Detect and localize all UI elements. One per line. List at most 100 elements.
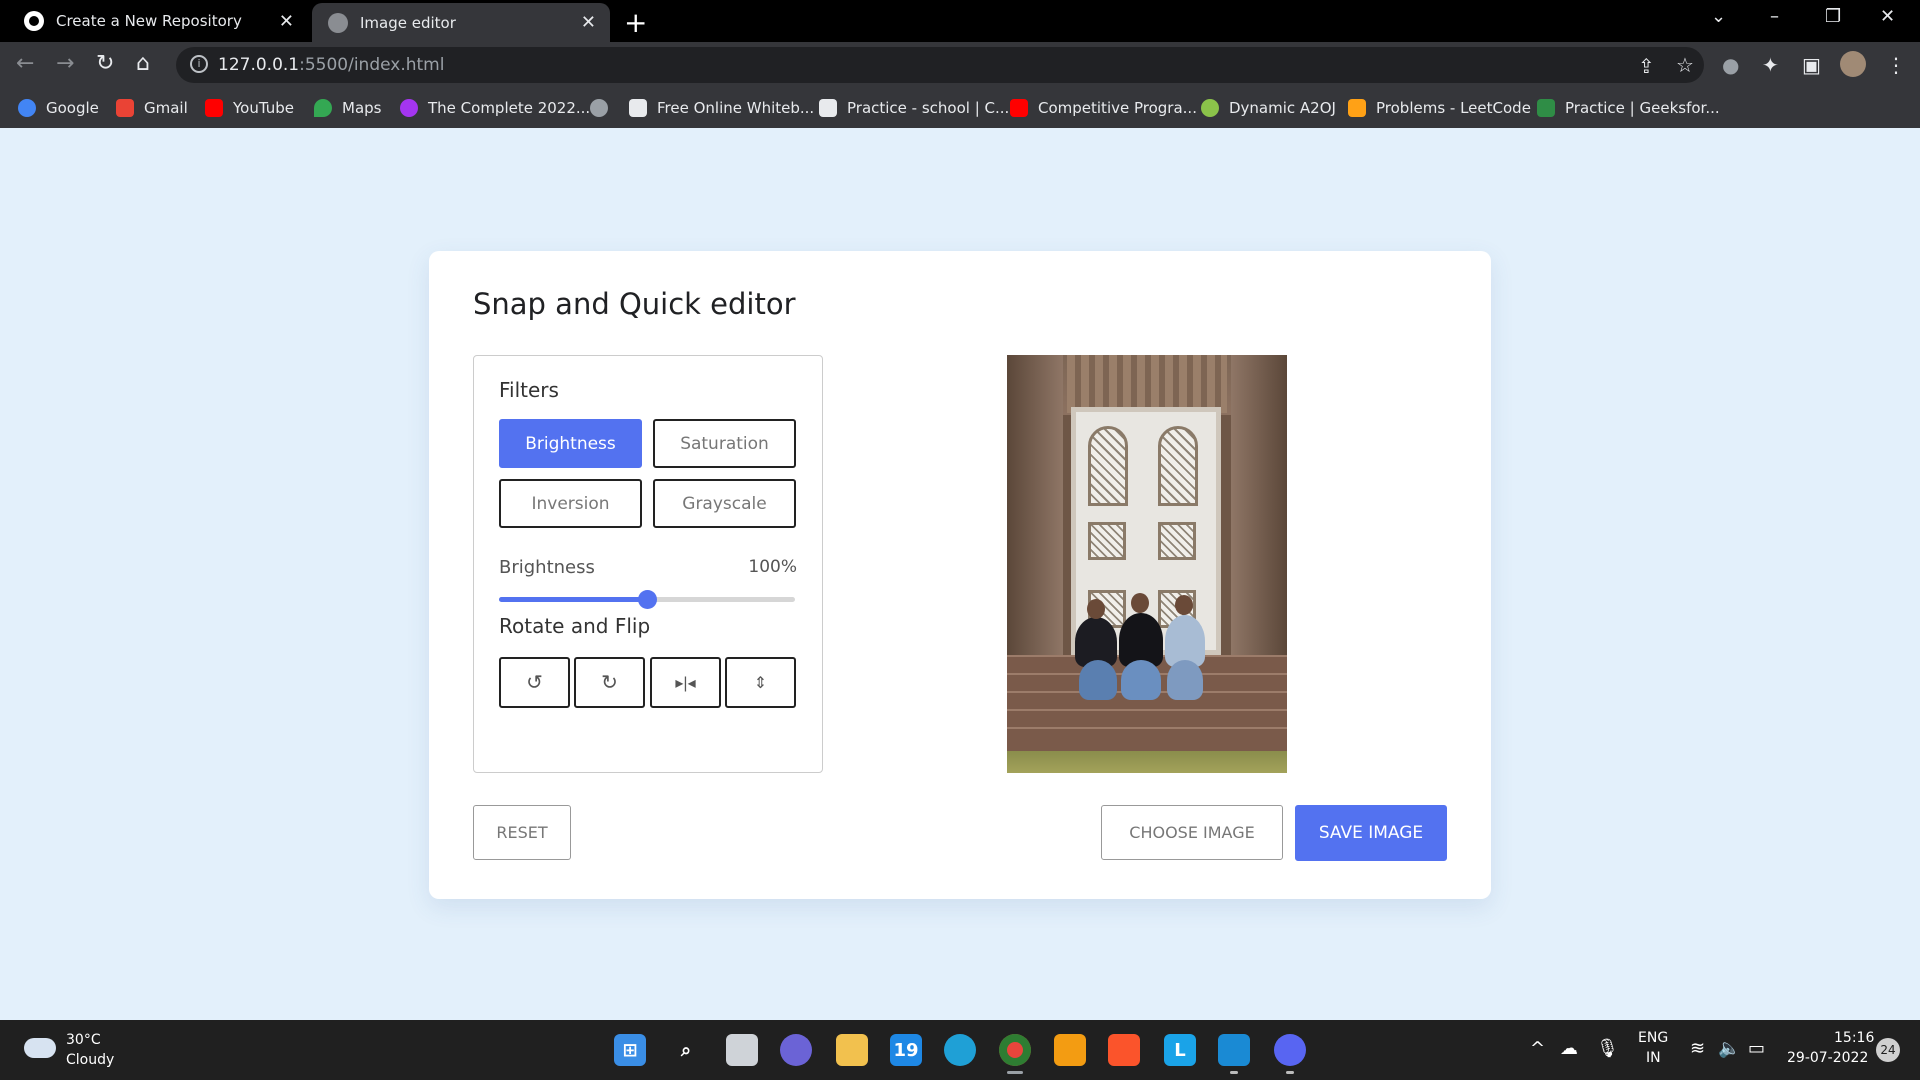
rotate-left-icon: ↺ (526, 672, 543, 694)
sublime-icon[interactable] (1054, 1034, 1086, 1066)
flip-vertical-icon: ⇕ (753, 674, 768, 692)
close-icon[interactable]: ✕ (581, 12, 596, 33)
extension-icon[interactable]: ● (1722, 53, 1739, 77)
edge-icon[interactable] (944, 1034, 976, 1066)
google-icon (18, 99, 36, 117)
bookmark-gfg[interactable]: Practice | Geeksfor... (1537, 96, 1720, 120)
weather-description[interactable]: Cloudy (66, 1052, 114, 1068)
calendar-icon[interactable]: 19 (890, 1034, 922, 1066)
wifi-icon[interactable]: ≋ (1690, 1038, 1705, 1059)
bookmark-a2oj[interactable]: Dynamic A2OJ (1201, 96, 1336, 120)
chrome-icon[interactable] (999, 1034, 1031, 1066)
editor-panel: Filters Brightness Saturation Inversion … (473, 355, 823, 773)
task-view-icon[interactable] (726, 1034, 758, 1066)
reload-icon[interactable]: ↻ (96, 51, 114, 76)
menu-icon[interactable]: ⋮ (1886, 53, 1906, 77)
bookmark-leetcode[interactable]: Problems - LeetCode (1348, 96, 1531, 120)
minimize-icon[interactable]: – (1770, 6, 1779, 27)
slider-thumb[interactable] (638, 590, 657, 609)
photo-wall-left (1007, 355, 1063, 685)
rotate-left-button[interactable]: ↺ (499, 657, 570, 708)
photo-step (1007, 709, 1287, 727)
flip-horizontal-button[interactable]: ▸|◂ (650, 657, 721, 708)
tab-search-icon[interactable]: ⌄ (1711, 6, 1726, 27)
discord-icon[interactable] (1274, 1034, 1306, 1066)
bookmark-label: Free Online Whiteb... (657, 99, 815, 117)
github-icon (24, 11, 44, 31)
bookmark-star-icon[interactable]: ☆ (1676, 53, 1694, 77)
flip-horizontal-icon: ▸|◂ (675, 674, 696, 692)
cloud-icon[interactable] (24, 1038, 56, 1058)
clock-date[interactable]: 29-07-2022 (1787, 1050, 1868, 1066)
profile-avatar[interactable] (1840, 51, 1866, 77)
onedrive-icon[interactable]: ☁ (1560, 1038, 1578, 1059)
chevron-up-icon[interactable]: ^ (1530, 1038, 1545, 1059)
info-icon[interactable]: i (190, 55, 208, 73)
side-panel-icon[interactable]: ▣ (1802, 53, 1821, 77)
brightness-slider[interactable] (499, 590, 795, 609)
slider-label: Brightness (499, 557, 595, 578)
bookmark-youtube[interactable]: YouTube (205, 96, 294, 120)
tab-image-editor[interactable]: Image editor ✕ (312, 3, 610, 42)
save-image-button[interactable]: SAVE IMAGE (1295, 805, 1447, 861)
url-text[interactable]: 127.0.0.1:5500/index.html (218, 55, 444, 75)
clock-time[interactable]: 15:16 (1834, 1030, 1874, 1046)
language-region[interactable]: IN (1646, 1050, 1661, 1066)
l-app-icon[interactable]: L (1164, 1034, 1196, 1066)
youtube-icon (205, 99, 223, 117)
home-icon[interactable]: ⌂ (136, 51, 150, 76)
window-close-icon[interactable]: ✕ (1880, 6, 1895, 27)
puzzle-icon[interactable]: ✦ (1762, 53, 1779, 77)
cc-icon (819, 99, 837, 117)
forward-icon[interactable]: → (56, 51, 74, 76)
start-icon[interactable]: ⊞ (614, 1034, 646, 1066)
saturation-filter-button[interactable]: Saturation (653, 419, 796, 468)
grayscale-filter-button[interactable]: Grayscale (653, 479, 796, 528)
flip-vertical-button[interactable]: ⇕ (725, 657, 796, 708)
bookmark-udemy[interactable]: The Complete 2022... (400, 96, 590, 120)
tab-create-repository[interactable]: Create a New Repository ✕ (8, 0, 308, 42)
search-icon[interactable]: ⌕ (670, 1034, 702, 1066)
bookmark-label: The Complete 2022... (428, 99, 591, 117)
rotate-right-button[interactable]: ↻ (574, 657, 645, 708)
address-bar[interactable]: i 127.0.0.1:5500/index.html ⇪ ☆ (176, 47, 1704, 83)
weather-temperature[interactable]: 30°C (66, 1032, 101, 1048)
file-explorer-icon[interactable] (836, 1034, 868, 1066)
notification-badge[interactable]: 24 (1876, 1038, 1900, 1062)
choose-image-button[interactable]: CHOOSE IMAGE (1101, 805, 1283, 860)
bookmark-competitive[interactable]: Competitive Progra... (1010, 96, 1197, 120)
photo-grass (1007, 751, 1287, 773)
bookmark-label: Google (46, 99, 99, 117)
vscode-icon[interactable] (1218, 1034, 1250, 1066)
bookmarks-bar: Google Gmail YouTube Maps The Complete 2… (0, 88, 1920, 128)
language-indicator[interactable]: ENG (1638, 1030, 1668, 1046)
bookmark-practice-school[interactable]: Practice - school | C... (819, 96, 1009, 120)
brave-icon[interactable] (1108, 1034, 1140, 1066)
photo-person-head (1131, 593, 1149, 613)
bookmark-whiteboard[interactable]: Free Online Whiteb... (629, 96, 814, 120)
volume-icon[interactable]: 🔈 (1718, 1038, 1740, 1059)
brightness-filter-button[interactable]: Brightness (499, 419, 642, 468)
chat-icon[interactable] (780, 1034, 812, 1066)
bookmark-globe[interactable] (590, 96, 618, 120)
browser-toolbar: ← → ↻ ⌂ i 127.0.0.1:5500/index.html ⇪ ☆ … (0, 42, 1920, 88)
close-icon[interactable]: ✕ (279, 11, 294, 32)
udemy-icon (400, 99, 418, 117)
photo-panel (1088, 522, 1126, 560)
active-app-indicator (1007, 1071, 1023, 1074)
new-tab-icon[interactable]: + (624, 6, 647, 39)
bookmark-label: YouTube (233, 99, 294, 117)
slider-fill (499, 597, 647, 602)
running-app-indicator (1230, 1071, 1238, 1074)
reset-button[interactable]: RESET (473, 805, 571, 860)
bookmark-maps[interactable]: Maps (314, 96, 381, 120)
restore-icon[interactable]: ❐ (1825, 6, 1841, 27)
bookmark-google[interactable]: Google (18, 96, 99, 120)
inversion-filter-button[interactable]: Inversion (499, 479, 642, 528)
microphone-icon[interactable]: 🎙 (1596, 1038, 1619, 1059)
battery-icon[interactable]: ▭ (1748, 1038, 1765, 1059)
bookmark-gmail[interactable]: Gmail (116, 96, 188, 120)
back-icon[interactable]: ← (16, 51, 34, 76)
bookmark-label: Practice - school | C... (847, 99, 1010, 117)
share-icon[interactable]: ⇪ (1638, 54, 1655, 78)
